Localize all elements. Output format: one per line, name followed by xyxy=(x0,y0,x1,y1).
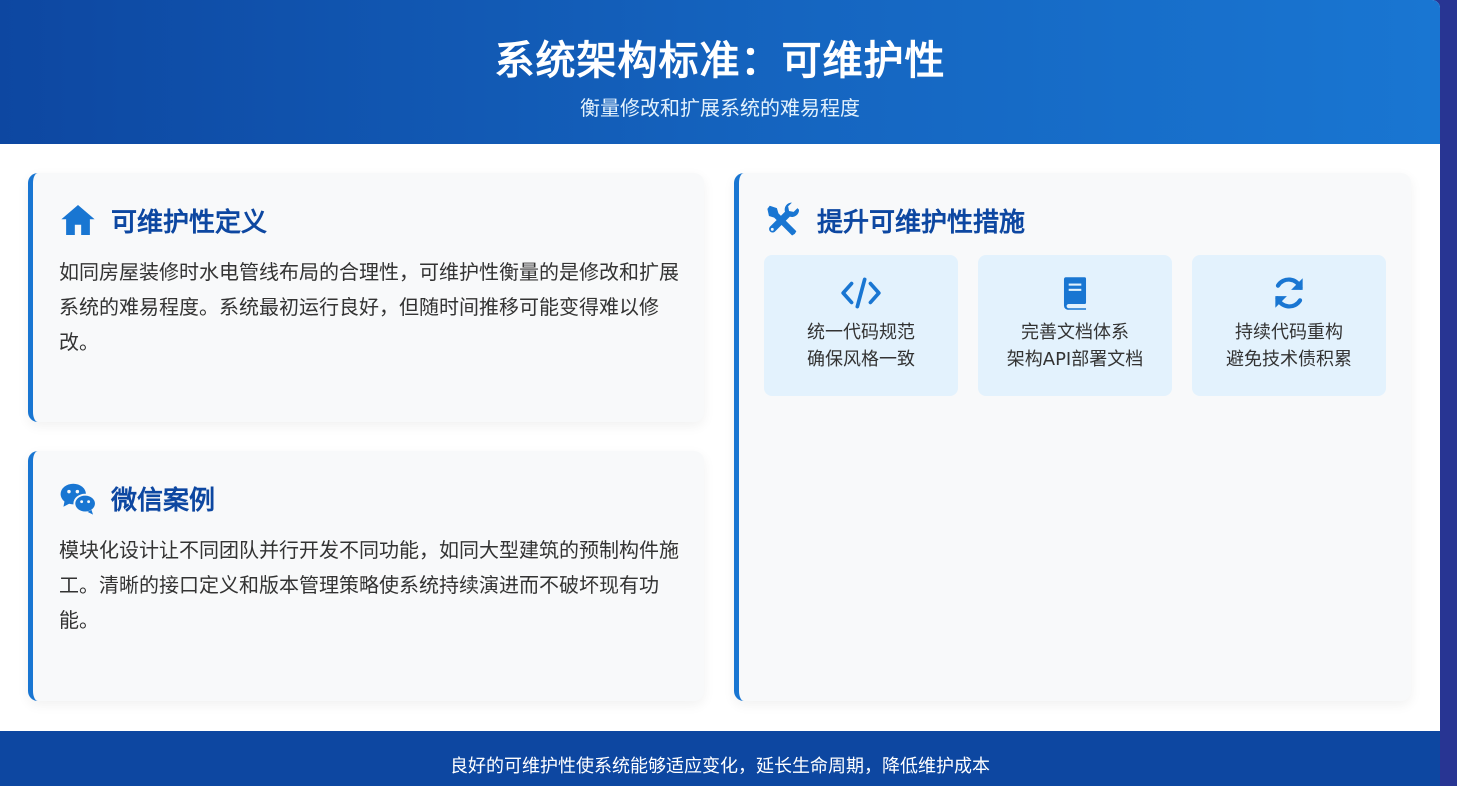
measures-list: 统一代码规范 确保风格一致 完善文档体系 架构API部署文档 持续代码重构 避免… xyxy=(764,255,1386,396)
measure-item-documentation: 完善文档体系 架构API部署文档 xyxy=(978,255,1172,396)
definition-card: 可维护性定义 如同房屋装修时水电管线布局的合理性，可维护性衡量的是修改和扩展系统… xyxy=(28,173,704,422)
tools-icon xyxy=(767,202,800,236)
code-icon xyxy=(841,277,881,309)
measure-item-desc: 确保风格一致 xyxy=(807,349,915,370)
measure-item-title: 统一代码规范 xyxy=(807,322,915,343)
measure-item-title: 持续代码重构 xyxy=(1235,322,1343,343)
page-subtitle: 衡量修改和扩展系统的难易程度 xyxy=(580,96,860,120)
measure-item-code-standard: 统一代码规范 确保风格一致 xyxy=(764,255,958,396)
measure-item-desc: 避免技术债积累 xyxy=(1226,349,1352,370)
measures-card-heading: 提升可维护性措施 xyxy=(817,207,1026,238)
measures-card: 提升可维护性措施 统一代码规范 确保风格一致 完善文档体系 架构API部署文档 … xyxy=(734,173,1411,701)
wechat-card: 微信案例 模块化设计让不同团队并行开发不同功能，如同大型建筑的预制构件施工。清晰… xyxy=(28,451,704,701)
book-icon xyxy=(1063,277,1087,310)
footer-text: 良好的可维护性使系统能够适应变化，延长生命周期，降低维护成本 xyxy=(450,756,990,777)
wechat-card-title: 微信案例 xyxy=(59,479,215,517)
definition-card-text: 如同房屋装修时水电管线布局的合理性，可维护性衡量的是修改和扩展系统的难易程度。系… xyxy=(59,260,679,354)
page-title: 系统架构标准：可维护性 xyxy=(494,38,946,84)
header: 系统架构标准：可维护性 衡量修改和扩展系统的难易程度 xyxy=(0,0,1440,144)
measures-card-title: 提升可维护性措施 xyxy=(765,201,1025,239)
definition-card-title: 可维护性定义 xyxy=(59,201,267,239)
measure-item-title: 完善文档体系 xyxy=(1021,322,1129,343)
slide: 系统架构标准：可维护性 衡量修改和扩展系统的难易程度 可维护性定义 如同房屋装修… xyxy=(0,0,1440,786)
definition-card-heading: 可维护性定义 xyxy=(111,207,268,238)
house-icon xyxy=(61,204,95,236)
measure-item-desc: 架构API部署文档 xyxy=(1006,349,1144,370)
refresh-icon xyxy=(1275,277,1303,309)
measure-item-refactoring: 持续代码重构 避免技术债积累 xyxy=(1192,255,1386,396)
footer: 良好的可维护性使系统能够适应变化，延长生命周期，降低维护成本 xyxy=(0,731,1440,786)
wechat-card-heading: 微信案例 xyxy=(111,485,216,516)
wechat-icon xyxy=(60,483,97,515)
wechat-card-text: 模块化设计让不同团队并行开发不同功能，如同大型建筑的预制构件施工。清晰的接口定义… xyxy=(59,538,679,632)
